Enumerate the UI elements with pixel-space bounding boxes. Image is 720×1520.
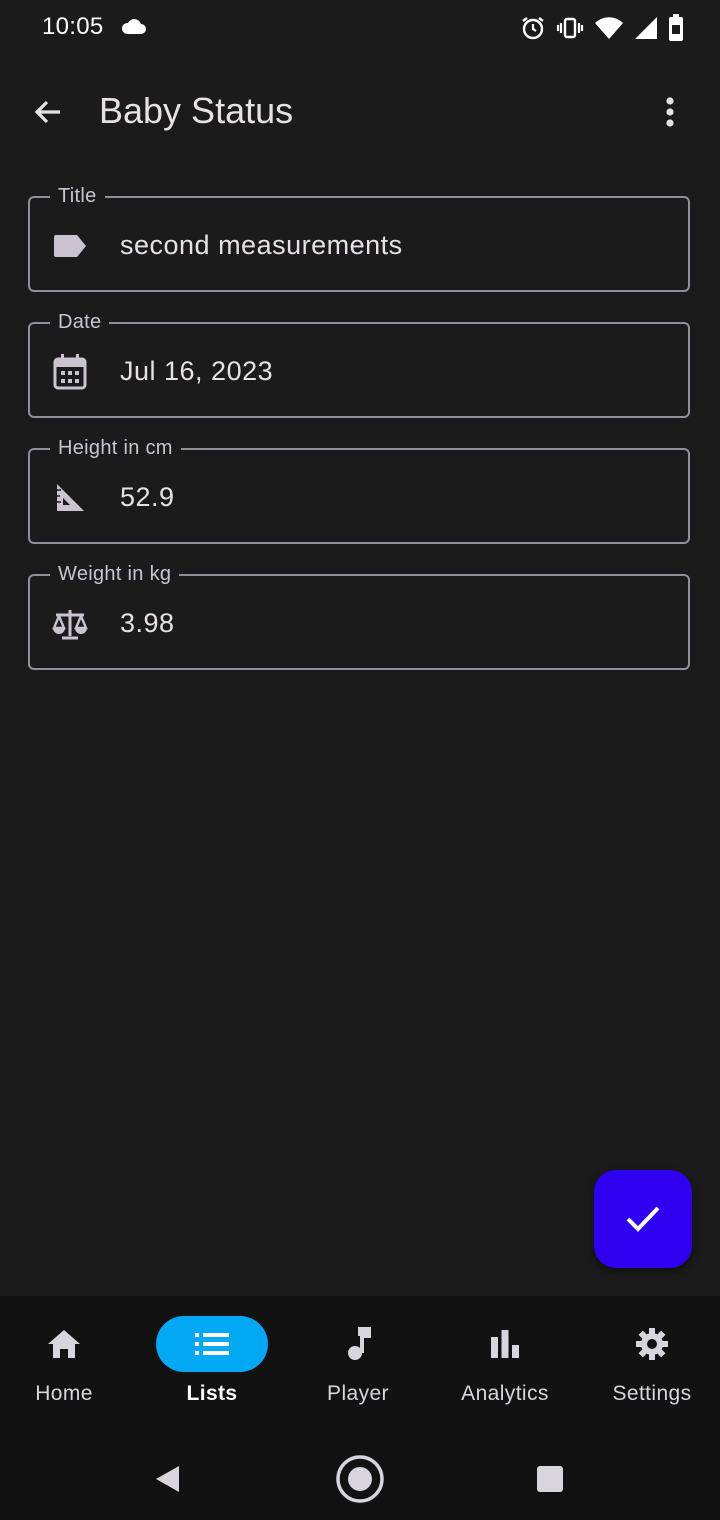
title-field-label: Title xyxy=(50,184,105,208)
battery-icon xyxy=(669,14,683,41)
system-back-button[interactable] xyxy=(142,1454,192,1504)
app-bar: Baby Status xyxy=(0,72,720,152)
arrow-back-icon xyxy=(34,100,60,124)
more-options-button[interactable] xyxy=(648,90,692,134)
nav-active-indicator xyxy=(156,1316,268,1372)
date-field-label: Date xyxy=(50,310,110,334)
check-icon xyxy=(626,1206,660,1232)
nav-item-analytics[interactable]: Analytics xyxy=(435,1296,575,1430)
status-time: 10:05 xyxy=(42,13,104,40)
height-field[interactable]: Height in cm 52.9 xyxy=(28,436,690,544)
system-home-button[interactable] xyxy=(335,1454,385,1504)
save-fab-button[interactable] xyxy=(594,1170,692,1268)
gear-icon xyxy=(636,1328,668,1360)
weight-field-value: 3.98 xyxy=(120,608,175,638)
ruler-square-icon xyxy=(52,480,88,516)
label-icon xyxy=(52,228,88,264)
list-icon xyxy=(195,1333,229,1355)
calendar-icon xyxy=(52,354,88,390)
weight-field-label: Weight in kg xyxy=(50,562,180,586)
bar-chart-icon xyxy=(491,1330,519,1358)
back-button[interactable] xyxy=(26,90,70,134)
system-navigation-bar xyxy=(0,1430,720,1520)
wifi-icon xyxy=(595,17,623,39)
page-title: Baby Status xyxy=(99,90,294,131)
nav-item-player[interactable]: Player xyxy=(288,1296,428,1430)
date-field[interactable]: Date Jul 16, 2023 xyxy=(28,310,690,418)
cloud-icon xyxy=(121,19,146,34)
nav-label-settings: Settings xyxy=(612,1382,692,1405)
home-icon xyxy=(48,1330,80,1358)
music-note-icon xyxy=(348,1327,371,1360)
title-field-value: second measurements xyxy=(120,230,403,260)
signal-icon xyxy=(635,17,657,39)
nav-label-home: Home xyxy=(35,1382,93,1405)
alarm-icon xyxy=(522,17,544,40)
nav-label-player: Player xyxy=(327,1382,389,1405)
bottom-navigation: Home Lists Player Analytics Settings xyxy=(0,1296,720,1430)
status-icons xyxy=(520,13,684,43)
scale-icon xyxy=(52,606,88,642)
system-recents-button[interactable] xyxy=(525,1454,575,1504)
title-field[interactable]: Title second measurements xyxy=(28,184,690,292)
more-vert-icon xyxy=(666,97,674,127)
back-triangle-icon xyxy=(156,1466,179,1492)
height-field-label: Height in cm xyxy=(50,436,181,460)
height-field-value: 52.9 xyxy=(120,482,175,512)
vibrate-icon xyxy=(556,17,584,39)
weight-field[interactable]: Weight in kg 3.98 xyxy=(28,562,690,670)
nav-item-lists[interactable]: Lists xyxy=(142,1296,282,1430)
nav-item-settings[interactable]: Settings xyxy=(582,1296,720,1430)
nav-label-analytics: Analytics xyxy=(461,1382,549,1405)
nav-label-lists: Lists xyxy=(186,1382,238,1405)
date-field-value: Jul 16, 2023 xyxy=(120,356,274,386)
nav-item-home[interactable]: Home xyxy=(0,1296,134,1430)
recents-square-icon xyxy=(537,1466,563,1492)
status-bar: 10:05 xyxy=(0,0,720,56)
home-circle-icon xyxy=(336,1455,384,1503)
